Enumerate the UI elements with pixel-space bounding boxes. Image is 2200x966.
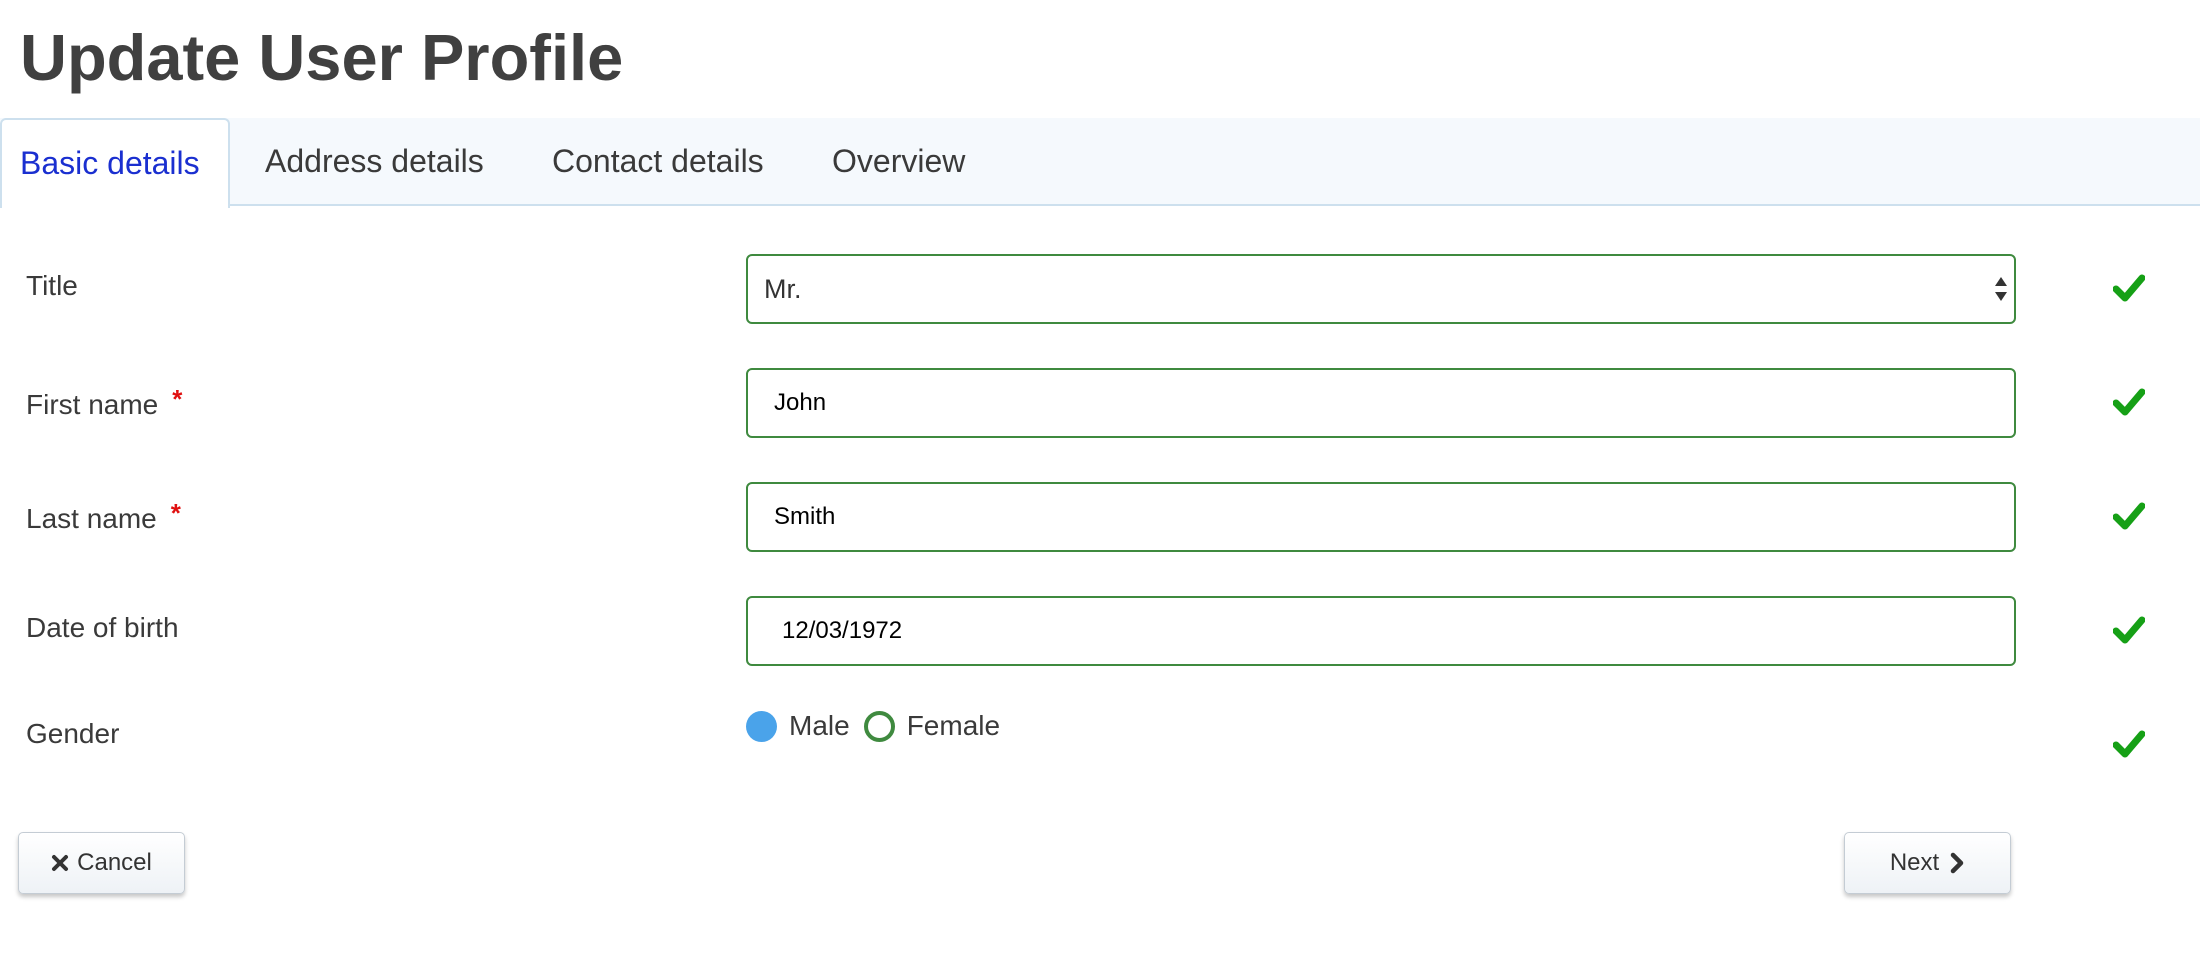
page-title: Update User Profile (20, 21, 624, 94)
check-icon (2113, 616, 2145, 644)
gender-male-label[interactable]: Male (789, 710, 850, 742)
check-icon (2113, 730, 2145, 758)
title-select-value: Mr. (764, 274, 802, 304)
check-icon (2113, 502, 2145, 530)
gender-female-label[interactable]: Female (907, 710, 1000, 742)
select-arrows-icon (1995, 277, 2007, 301)
next-button[interactable]: Next (1844, 832, 2011, 894)
required-marker: * (172, 384, 183, 414)
tab-contact-details[interactable]: Contact details (534, 118, 782, 206)
gender-radio-group: Male Female (746, 706, 1014, 746)
first-name-label: First name * (26, 384, 183, 420)
tab-overview[interactable]: Overview (814, 118, 983, 206)
tab-address-details[interactable]: Address details (247, 118, 502, 206)
last-name-input[interactable] (746, 482, 2016, 552)
gender-female-radio[interactable] (863, 710, 895, 742)
x-icon (52, 855, 69, 871)
tab-basic-details[interactable]: Basic details (0, 118, 230, 208)
title-label: Title (26, 270, 78, 301)
form-row-first-name: First name * (0, 368, 2200, 440)
first-name-input[interactable] (746, 368, 2016, 438)
cancel-button[interactable]: Cancel (18, 832, 185, 894)
date-of-birth-input[interactable] (746, 596, 2016, 666)
next-button-label: Next (1889, 849, 1940, 876)
date-of-birth-label: Date of birth (26, 612, 179, 643)
required-marker: * (170, 498, 181, 528)
gender-male-radio[interactable] (746, 710, 777, 742)
check-icon (2113, 274, 2145, 302)
chevron-right-icon (1950, 852, 1964, 874)
tab-bar: Basic details Address details Contact de… (0, 118, 2200, 208)
title-select[interactable]: Mr. (746, 254, 2016, 324)
form-row-last-name: Last name * (0, 482, 2200, 554)
gender-label: Gender (26, 718, 120, 749)
form-row-date-of-birth: Date of birth (0, 596, 2200, 668)
cancel-button-label: Cancel (77, 849, 152, 876)
check-icon (2113, 388, 2145, 416)
form-row-title: Title Mr. (0, 254, 2200, 326)
form-row-gender: Gender Male Female (0, 706, 2200, 778)
last-name-label: Last name * (26, 498, 181, 534)
